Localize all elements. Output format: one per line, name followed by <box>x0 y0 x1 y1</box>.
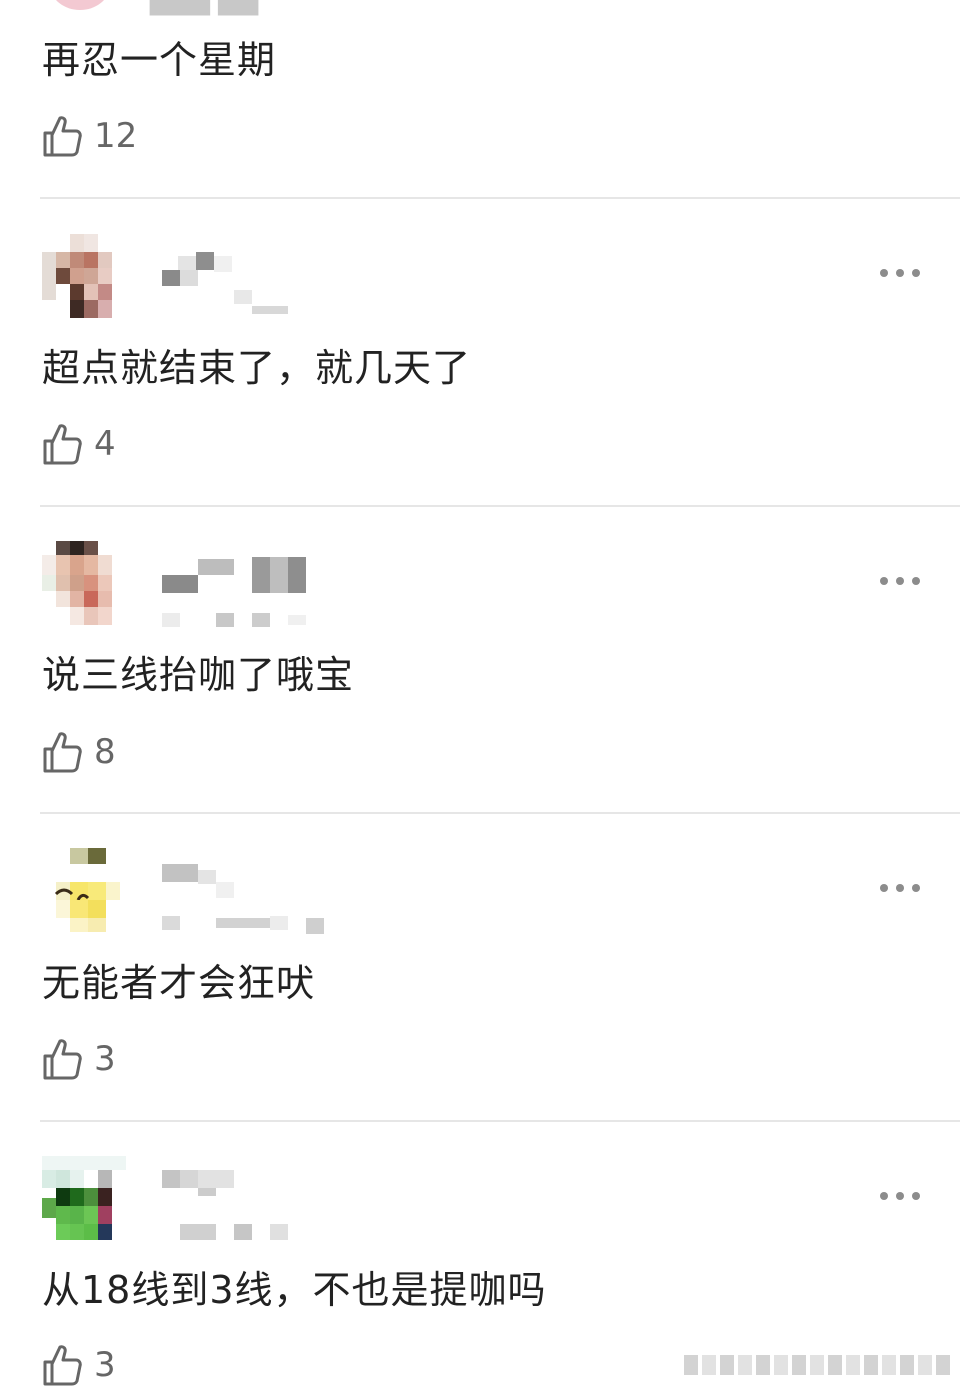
comment-text: 再忍一个星期 <box>42 38 277 82</box>
divider <box>40 812 960 814</box>
comment-text: 超点就结束了，就几天了 <box>42 346 472 390</box>
username-mosaic[interactable] <box>160 864 340 942</box>
like-count: 12 <box>94 116 138 156</box>
comment-text: 无能者才会狂吠 <box>42 961 316 1005</box>
username-mosaic[interactable] <box>160 250 300 324</box>
divider <box>40 505 960 507</box>
avatar-mosaic <box>42 541 112 625</box>
thumb-up-outline-icon <box>43 1039 82 1080</box>
username-mosaic[interactable] <box>160 557 320 635</box>
comment-text: 说三线抬咖了哦宝 <box>42 653 355 697</box>
avatar-partial[interactable] <box>50 0 110 10</box>
avatar[interactable] <box>42 1156 126 1240</box>
like-button[interactable]: 4 <box>42 422 116 466</box>
more-options-button[interactable] <box>880 571 920 591</box>
more-options-button[interactable] <box>880 878 920 898</box>
avatar[interactable] <box>42 848 126 932</box>
like-count: 3 <box>94 1345 116 1385</box>
avatar-mosaic <box>42 848 126 932</box>
avatar-mosaic <box>42 234 112 318</box>
comment-text: 从18线到3线，不也是提咖吗 <box>42 1268 547 1312</box>
like-button[interactable]: 8 <box>42 730 116 774</box>
more-options-button[interactable] <box>880 1186 920 1206</box>
divider <box>40 1120 960 1122</box>
watermark-mosaic <box>684 1355 950 1375</box>
avatar-mosaic <box>42 1156 126 1240</box>
avatar[interactable] <box>42 541 126 625</box>
like-button[interactable]: 3 <box>42 1343 116 1387</box>
like-button[interactable]: 3 <box>42 1037 116 1081</box>
like-count: 3 <box>94 1039 116 1079</box>
more-options-button[interactable] <box>880 263 920 283</box>
thumb-up-outline-icon <box>43 116 82 157</box>
thumb-up-outline-icon <box>43 732 82 773</box>
thumb-up-outline-icon <box>43 424 82 465</box>
thumb-up-outline-icon <box>43 1345 82 1386</box>
divider <box>40 197 960 199</box>
like-button[interactable]: 12 <box>42 114 137 158</box>
username-mosaic[interactable] <box>160 1170 300 1248</box>
partial-meta-mosaic: ▇▇▇ ▇▇ <box>150 0 259 16</box>
like-count: 8 <box>94 732 116 772</box>
like-count: 4 <box>94 424 116 464</box>
avatar[interactable] <box>42 234 126 318</box>
